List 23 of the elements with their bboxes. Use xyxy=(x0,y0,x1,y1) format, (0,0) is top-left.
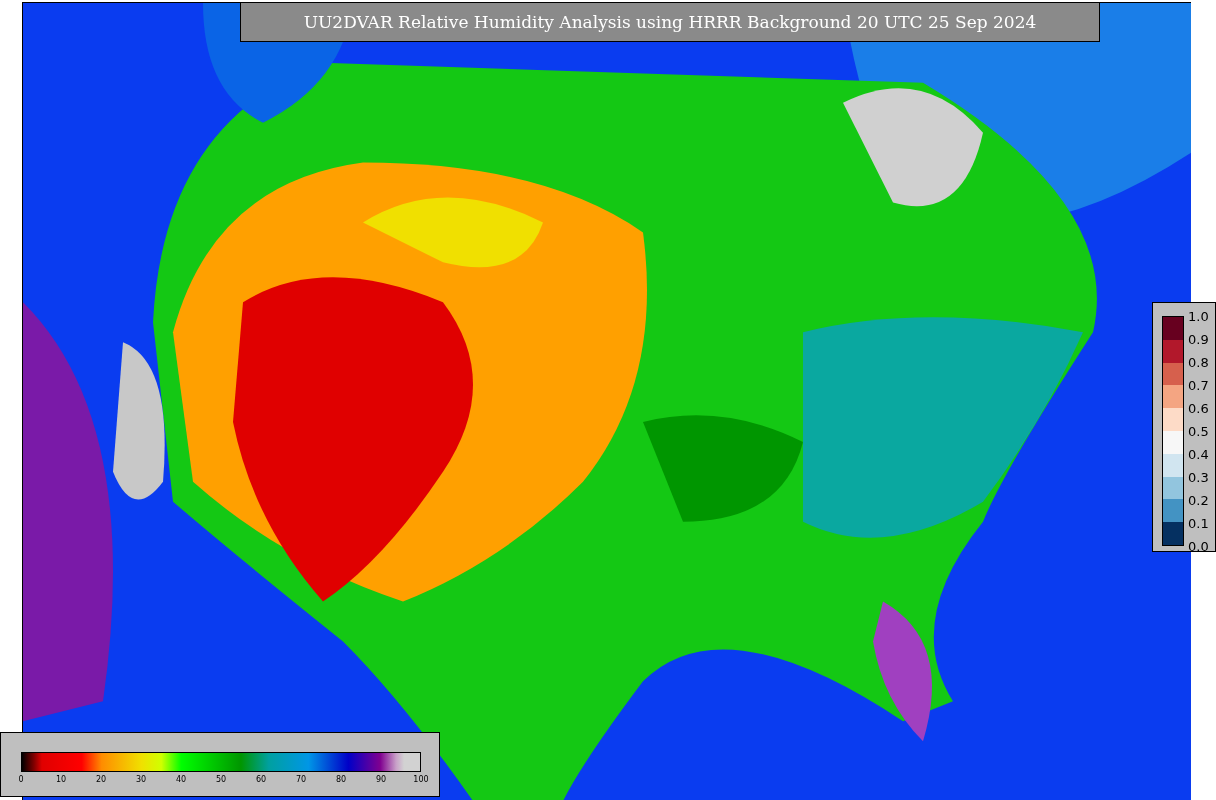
tick-label: 70 xyxy=(295,775,307,784)
tick-label: 30 xyxy=(135,775,147,784)
tick-label: 0.8 xyxy=(1188,355,1209,370)
tick-label: 60 xyxy=(255,775,267,784)
tick-label: 50 xyxy=(215,775,227,784)
tick-label: 20 xyxy=(95,775,107,784)
tick-label: 40 xyxy=(175,775,187,784)
tick-label: 0.9 xyxy=(1188,332,1209,347)
tick-label: 0.2 xyxy=(1188,493,1209,508)
map-title: UU2DVAR Relative Humidity Analysis using HRRR Background 20 UTC 25 Sep 2024 xyxy=(240,2,1100,42)
tick-label: 0.0 xyxy=(1188,539,1209,554)
tick-label: 0.4 xyxy=(1188,447,1209,462)
tick-label: 0 xyxy=(18,775,24,784)
tick-label: 0.5 xyxy=(1188,424,1209,439)
tick-label: 80 xyxy=(335,775,347,784)
tick-label: 0.7 xyxy=(1188,378,1209,393)
tick-label: 90 xyxy=(375,775,387,784)
tick-label: 100 xyxy=(413,775,429,784)
tick-label: 1.0 xyxy=(1188,309,1209,324)
tick-label: 0.6 xyxy=(1188,401,1209,416)
tick-label: 0.3 xyxy=(1188,470,1209,485)
tick-label: 10 xyxy=(55,775,67,784)
tick-label: 0.1 xyxy=(1188,516,1209,531)
